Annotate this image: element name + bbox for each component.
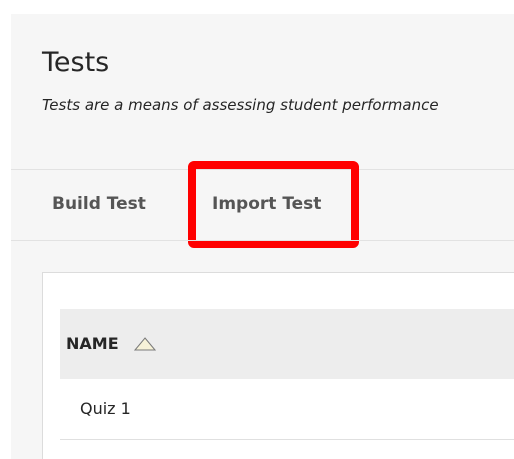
sort-ascending-icon[interactable] [134, 337, 156, 351]
test-name-cell[interactable]: Quiz 1 [80, 399, 131, 418]
page-description: Tests are a means of assessing student p… [42, 96, 439, 114]
divider [11, 240, 514, 241]
page-title: Tests [42, 47, 110, 78]
table-header: NAME [60, 309, 514, 379]
column-header-name[interactable]: NAME [66, 334, 119, 353]
highlight-annotation-box [188, 161, 359, 248]
table-row[interactable]: Quiz 1 [60, 379, 514, 440]
tests-page: Tests Tests are a means of assessing stu… [11, 14, 514, 459]
tests-table-panel: NAME Quiz 1 [42, 272, 514, 459]
build-test-button[interactable]: Build Test [52, 194, 146, 214]
